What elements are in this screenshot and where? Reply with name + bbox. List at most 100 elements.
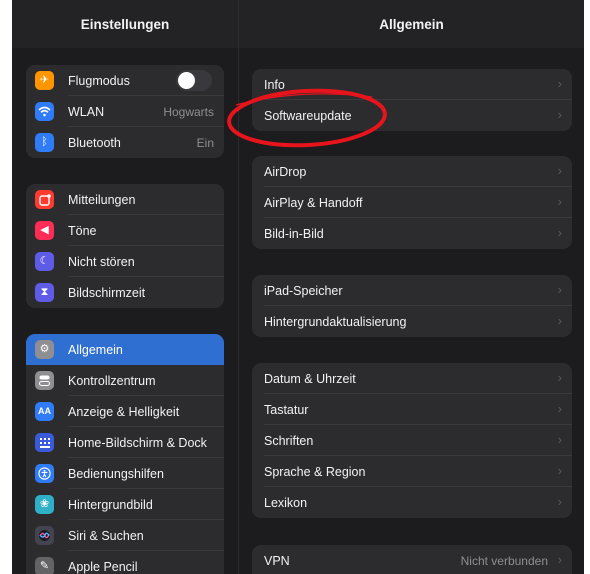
- detail-item-label: Sprache & Region: [264, 464, 366, 479]
- detail-item-vpn[interactable]: VPN Nicht verbunden ›: [252, 545, 572, 574]
- detail-item-label: Schriften: [264, 433, 314, 448]
- chevron-right-icon: ›: [557, 432, 562, 447]
- sidebar-item-label: Bildschirmzeit: [68, 285, 146, 300]
- chevron-right-icon: ›: [557, 552, 562, 567]
- airplane-mode-toggle[interactable]: [176, 70, 212, 91]
- sidebar-item-label: Töne: [68, 223, 97, 238]
- toggle-knob: [178, 72, 195, 89]
- detail-item-schriften[interactable]: Schriften ›: [252, 425, 572, 456]
- detail-group-storage: iPad-Speicher › Hintergrundaktualisierun…: [252, 275, 572, 337]
- wallpaper-icon: ❀: [35, 495, 54, 514]
- sidebar-item-flugmodus[interactable]: ✈ Flugmodus: [26, 65, 224, 96]
- sidebar-item-bildschirmzeit[interactable]: ⧗ Bildschirmzeit: [26, 277, 224, 308]
- sidebar-item-label: Flugmodus: [68, 73, 130, 88]
- accessibility-icon: [35, 464, 54, 483]
- sidebar-item-label: WLAN: [68, 104, 105, 119]
- display-icon: AA: [35, 402, 54, 421]
- detail-title: Allgemein: [239, 0, 584, 48]
- detail-item-label: VPN: [264, 553, 290, 568]
- detail-item-lexikon[interactable]: Lexikon ›: [252, 487, 572, 518]
- detail-item-label: AirDrop: [264, 164, 307, 179]
- moon-icon: ☾: [35, 252, 54, 271]
- pencil-icon: ✎: [35, 557, 54, 574]
- general-detail-pane: Allgemein Info › Softwareupdate › AirDro…: [239, 0, 584, 574]
- chevron-right-icon: ›: [557, 401, 562, 416]
- chevron-right-icon: ›: [557, 225, 562, 240]
- sidebar-item-nicht-stoeren[interactable]: ☾ Nicht stören: [26, 246, 224, 277]
- chevron-right-icon: ›: [557, 107, 562, 122]
- sidebar-title: Einstellungen: [12, 0, 238, 48]
- detail-item-label: Tastatur: [264, 402, 309, 417]
- sidebar-item-siri-suchen[interactable]: Siri & Suchen: [26, 520, 224, 551]
- bluetooth-icon: ᛒ: [35, 133, 54, 152]
- sidebar-item-mitteilungen[interactable]: Mitteilungen: [26, 184, 224, 215]
- sidebar-group-connectivity: ✈ Flugmodus WLAN Hogwarts ᛒ Bluetooth Ei…: [26, 65, 224, 158]
- sidebar-item-anzeige-helligkeit[interactable]: AA Anzeige & Helligkeit: [26, 396, 224, 427]
- sidebar-item-label: Hintergrundbild: [68, 497, 153, 512]
- sidebar-item-label: Home-Bildschirm & Dock: [68, 435, 207, 450]
- sidebar-item-apple-pencil[interactable]: ✎ Apple Pencil: [26, 551, 224, 574]
- sidebar-item-label: Mitteilungen: [68, 192, 136, 207]
- sounds-icon: ◀: [35, 221, 54, 240]
- chevron-right-icon: ›: [557, 494, 562, 509]
- detail-item-label: Hintergrundaktualisierung: [264, 314, 407, 329]
- settings-sidebar: Einstellungen ✈ Flugmodus WLAN Hogwarts …: [12, 0, 238, 574]
- detail-item-airdrop[interactable]: AirDrop ›: [252, 156, 572, 187]
- siri-icon: [35, 526, 54, 545]
- sidebar-item-label: Apple Pencil: [68, 559, 138, 574]
- sidebar-item-label: Bluetooth: [68, 135, 121, 150]
- sidebar-item-home-bildschirm-dock[interactable]: Home-Bildschirm & Dock: [26, 427, 224, 458]
- detail-item-hintergrundaktualisierung[interactable]: Hintergrundaktualisierung ›: [252, 306, 572, 337]
- detail-item-label: Bild-in-Bild: [264, 226, 324, 241]
- detail-group-locale: Datum & Uhrzeit › Tastatur › Schriften ›…: [252, 363, 572, 518]
- hourglass-icon: ⧗: [35, 283, 54, 302]
- detail-item-ipad-speicher[interactable]: iPad-Speicher ›: [252, 275, 572, 306]
- sidebar-item-allgemein[interactable]: ⚙ Allgemein: [26, 334, 224, 365]
- detail-item-tastatur[interactable]: Tastatur ›: [252, 394, 572, 425]
- detail-item-label: AirPlay & Handoff: [264, 195, 363, 210]
- airplane-icon: ✈: [35, 71, 54, 90]
- detail-group-sharing: AirDrop › AirPlay & Handoff › Bild-in-Bi…: [252, 156, 572, 249]
- detail-item-label: Lexikon: [264, 495, 308, 510]
- detail-item-sprache-region[interactable]: Sprache & Region ›: [252, 456, 572, 487]
- settings-window: Einstellungen ✈ Flugmodus WLAN Hogwarts …: [12, 0, 584, 574]
- detail-item-softwareupdate[interactable]: Softwareupdate ›: [252, 100, 572, 131]
- sidebar-item-hintergrundbild[interactable]: ❀ Hintergrundbild: [26, 489, 224, 520]
- detail-item-info[interactable]: Info ›: [252, 69, 572, 100]
- sidebar-item-kontrollzentrum[interactable]: Kontrollzentrum: [26, 365, 224, 396]
- detail-item-bild-in-bild[interactable]: Bild-in-Bild ›: [252, 218, 572, 249]
- sidebar-item-wlan[interactable]: WLAN Hogwarts: [26, 96, 224, 127]
- detail-item-airplay-handoff[interactable]: AirPlay & Handoff ›: [252, 187, 572, 218]
- sidebar-item-bluetooth[interactable]: ᛒ Bluetooth Ein: [26, 127, 224, 158]
- chevron-right-icon: ›: [557, 163, 562, 178]
- detail-group-vpn: VPN Nicht verbunden ›: [252, 545, 572, 574]
- chevron-right-icon: ›: [557, 370, 562, 385]
- detail-item-label: iPad-Speicher: [264, 283, 343, 298]
- sidebar-item-label: Nicht stören: [68, 254, 135, 269]
- gear-icon: ⚙: [35, 340, 54, 359]
- detail-item-label: Softwareupdate: [264, 108, 352, 123]
- notifications-icon: [35, 190, 54, 209]
- vpn-status-value: Nicht verbunden: [460, 553, 548, 568]
- sidebar-group-general: ⚙ Allgemein Kontrollzentrum AA Anzeige &…: [26, 334, 224, 574]
- sidebar-group-notifications: Mitteilungen ◀ Töne ☾ Nicht stören ⧗ Bil…: [26, 184, 224, 308]
- sidebar-item-label: Anzeige & Helligkeit: [68, 404, 180, 419]
- chevron-right-icon: ›: [557, 313, 562, 328]
- chevron-right-icon: ›: [557, 194, 562, 209]
- sidebar-item-toene[interactable]: ◀ Töne: [26, 215, 224, 246]
- home-screen-icon: [35, 433, 54, 452]
- wlan-network-value: Hogwarts: [163, 104, 214, 119]
- sidebar-item-bedienungshilfen[interactable]: Bedienungshilfen: [26, 458, 224, 489]
- sidebar-item-label: Allgemein: [68, 342, 123, 357]
- sidebar-item-label: Kontrollzentrum: [68, 373, 156, 388]
- chevron-right-icon: ›: [557, 463, 562, 478]
- wifi-icon: [35, 102, 54, 121]
- chevron-right-icon: ›: [557, 282, 562, 297]
- chevron-right-icon: ›: [557, 76, 562, 91]
- detail-item-datum-uhrzeit[interactable]: Datum & Uhrzeit ›: [252, 363, 572, 394]
- detail-item-label: Datum & Uhrzeit: [264, 371, 356, 386]
- control-center-icon: [35, 371, 54, 390]
- sidebar-item-label: Siri & Suchen: [68, 528, 144, 543]
- detail-group-info: Info › Softwareupdate ›: [252, 69, 572, 131]
- bluetooth-status-value: Ein: [196, 135, 214, 150]
